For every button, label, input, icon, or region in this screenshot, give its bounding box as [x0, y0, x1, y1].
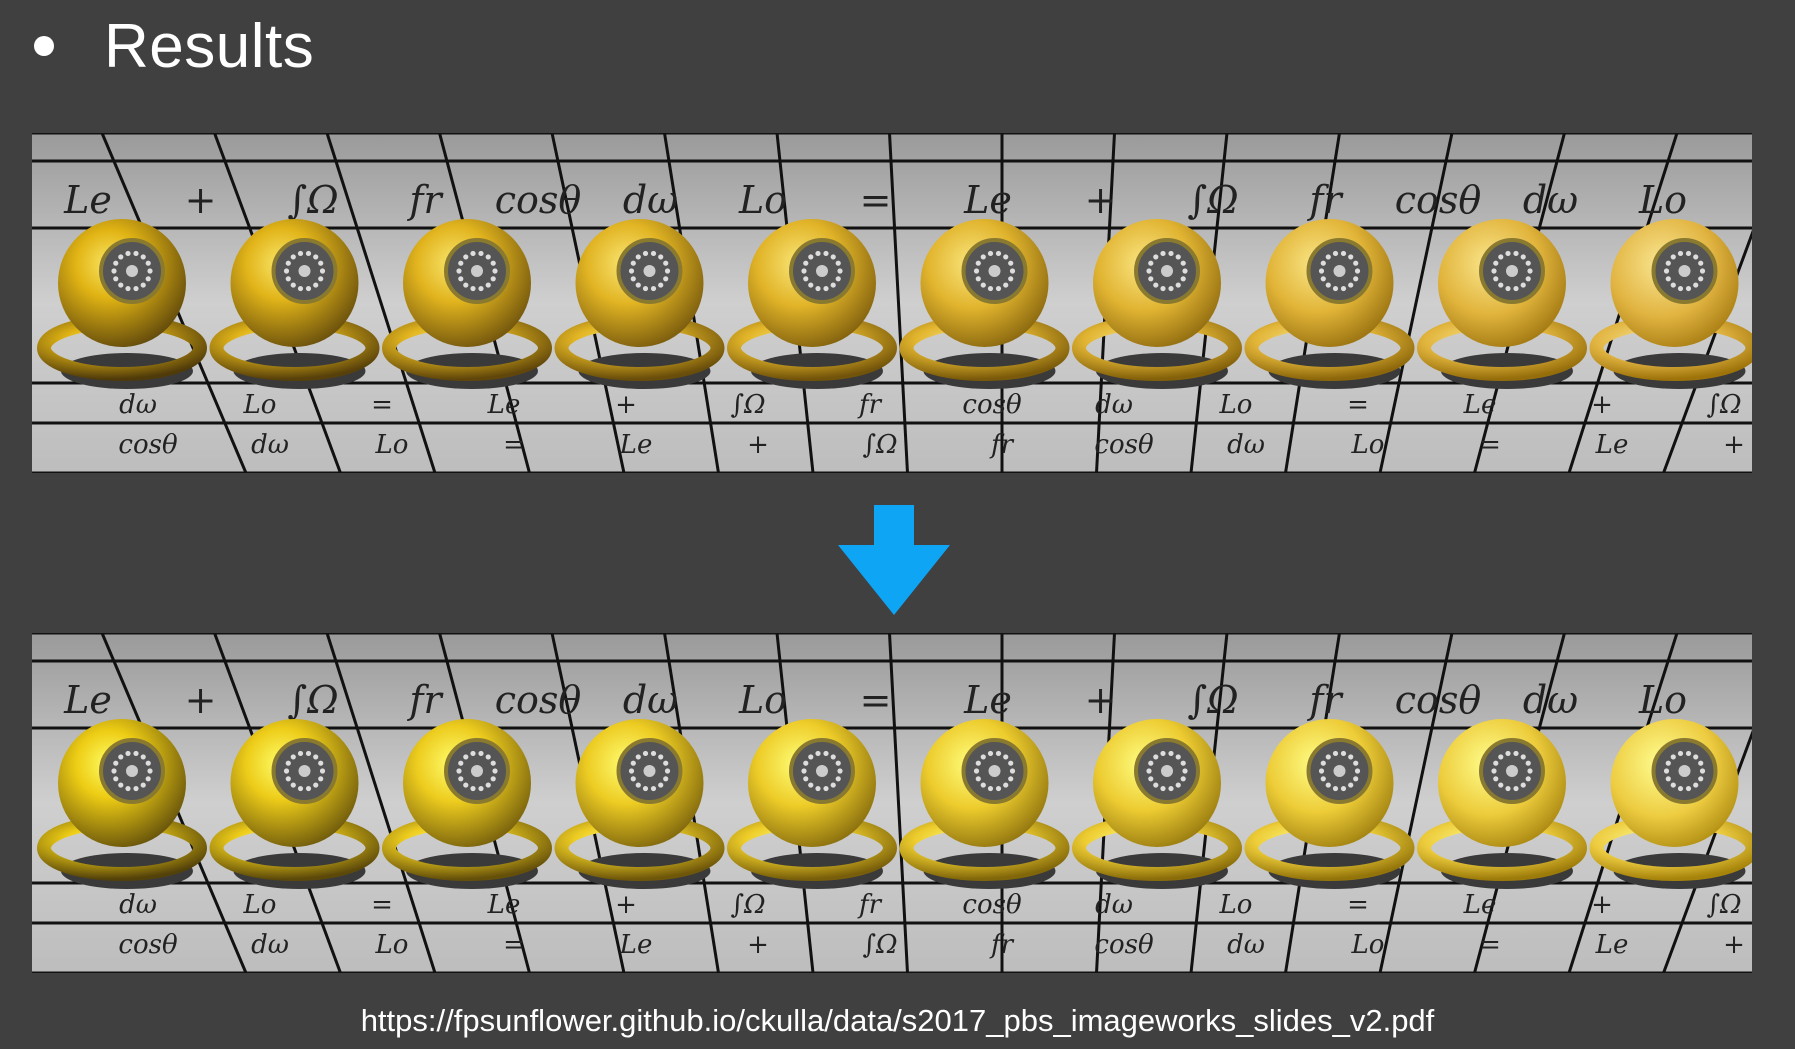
floor-symbol: = [1347, 890, 1369, 920]
slide-title: Results [104, 11, 315, 81]
floor-symbol: Lo [1351, 930, 1385, 960]
floor-symbol: + [747, 930, 769, 960]
floor-symbol: dω [1227, 930, 1265, 960]
arrow-down-icon [838, 505, 950, 615]
floor-symbol: dω [119, 890, 157, 920]
floor-symbol: fr [406, 178, 444, 222]
floor-symbol: Lo [1638, 178, 1687, 222]
floor-symbol: + [1591, 390, 1613, 420]
floor-symbol: cosθ [1395, 678, 1482, 722]
floor-symbol: = [860, 178, 892, 222]
floor-symbol: cosθ [495, 178, 582, 222]
floor-symbol: Lo [375, 930, 409, 960]
floor-symbol: dω [1095, 890, 1133, 920]
render-image-bottom: Le+∫ΩfrcosθdωLo=Le+∫ΩfrcosθdωLo=dωLo=Le+… [32, 633, 1752, 973]
floor-symbol: fr [1306, 178, 1344, 222]
floor-symbol: Lo [1638, 678, 1687, 722]
floor-symbol: Le [1463, 890, 1497, 920]
floor-symbol: Le [1595, 930, 1629, 960]
floor-symbol: cosθ [1094, 930, 1154, 960]
floor-symbol: + [185, 178, 217, 222]
floor-symbol: + [1723, 930, 1745, 960]
floor-symbol: cosθ [1395, 178, 1482, 222]
floor-symbol: ∫Ω [862, 430, 897, 460]
floor-symbol: dω [119, 390, 157, 420]
floor-symbol: ∫Ω [1187, 178, 1238, 222]
floor-symbol: Lo [375, 430, 409, 460]
floor-symbol: Lo [1219, 390, 1253, 420]
floor-symbol: fr [989, 430, 1015, 460]
floor-symbol: Le [1463, 390, 1497, 420]
floor-symbol: = [1347, 390, 1369, 420]
floor-symbol: Lo [243, 390, 277, 420]
floor-symbol: = [1479, 930, 1501, 960]
floor-symbol: fr [406, 678, 444, 722]
rendered-spheres-scene: Le+∫ΩfrcosθdωLo=Le+∫ΩfrcosθdωLo=dωLo=Le+… [32, 133, 1752, 473]
floor-symbol: ∫Ω [730, 390, 765, 420]
floor-symbol: ∫Ω [287, 678, 338, 722]
floor-symbol: dω [623, 678, 678, 722]
floor-symbol: cosθ [118, 430, 178, 460]
floor-symbol: dω [1227, 430, 1265, 460]
floor-symbol: fr [857, 390, 883, 420]
floor-symbol: dω [1523, 178, 1578, 222]
floor-symbol: Le [1595, 430, 1629, 460]
floor-symbol: Le [619, 430, 653, 460]
floor-symbol: = [503, 930, 525, 960]
floor-symbol: ∫Ω [1706, 890, 1741, 920]
floor-symbol: dω [623, 178, 678, 222]
floor-symbol: dω [1095, 390, 1133, 420]
bullet-icon [34, 36, 54, 56]
render-image-top: Le+∫ΩfrcosθdωLo=Le+∫ΩfrcosθdωLo=dωLo=Le+… [32, 133, 1752, 473]
title-row: Results [30, 6, 314, 86]
floor-symbol: Le [963, 178, 1012, 222]
floor-symbol: fr [989, 930, 1015, 960]
floor-symbol: + [747, 430, 769, 460]
floor-symbol: Le [963, 678, 1012, 722]
floor-symbol: Le [487, 390, 521, 420]
floor-symbol: Le [63, 678, 112, 722]
floor-symbol: Lo [738, 178, 787, 222]
floor-symbol: cosθ [1094, 430, 1154, 460]
floor-symbol: = [503, 430, 525, 460]
floor-symbol: dω [1523, 678, 1578, 722]
rendered-spheres-scene: Le+∫ΩfrcosθdωLo=Le+∫ΩfrcosθdωLo=dωLo=Le+… [32, 633, 1752, 973]
floor-symbol: cosθ [962, 390, 1022, 420]
floor-symbol: + [185, 678, 217, 722]
floor-symbol: + [615, 890, 637, 920]
floor-symbol: Lo [1219, 890, 1253, 920]
floor-symbol: ∫Ω [287, 178, 338, 222]
floor-symbol: fr [857, 890, 883, 920]
floor-symbol: cosθ [962, 890, 1022, 920]
floor-symbol: = [371, 890, 393, 920]
floor-symbol: ∫Ω [1706, 390, 1741, 420]
floor-symbol: ∫Ω [1187, 678, 1238, 722]
floor-symbol: Lo [243, 890, 277, 920]
floor-symbol: dω [251, 430, 289, 460]
floor-symbol: Le [487, 890, 521, 920]
floor-symbol: dω [251, 930, 289, 960]
floor-symbol: Le [63, 178, 112, 222]
source-caption: https://fpsunflower.github.io/ckulla/dat… [360, 1003, 1435, 1038]
floor-symbol: ∫Ω [730, 890, 765, 920]
floor-symbol: fr [1306, 678, 1344, 722]
floor-symbol: + [1723, 430, 1745, 460]
floor-symbol: + [1591, 890, 1613, 920]
floor-symbol: + [1085, 178, 1117, 222]
floor-symbol: = [860, 678, 892, 722]
floor-symbol: Le [619, 930, 653, 960]
floor-symbol: = [1479, 430, 1501, 460]
floor-symbol: Lo [738, 678, 787, 722]
floor-symbol: ∫Ω [862, 930, 897, 960]
floor-symbol: cosθ [118, 930, 178, 960]
floor-symbol: cosθ [495, 678, 582, 722]
floor-symbol: = [371, 390, 393, 420]
floor-symbol: + [1085, 678, 1117, 722]
floor-symbol: + [615, 390, 637, 420]
floor-symbol: Lo [1351, 430, 1385, 460]
